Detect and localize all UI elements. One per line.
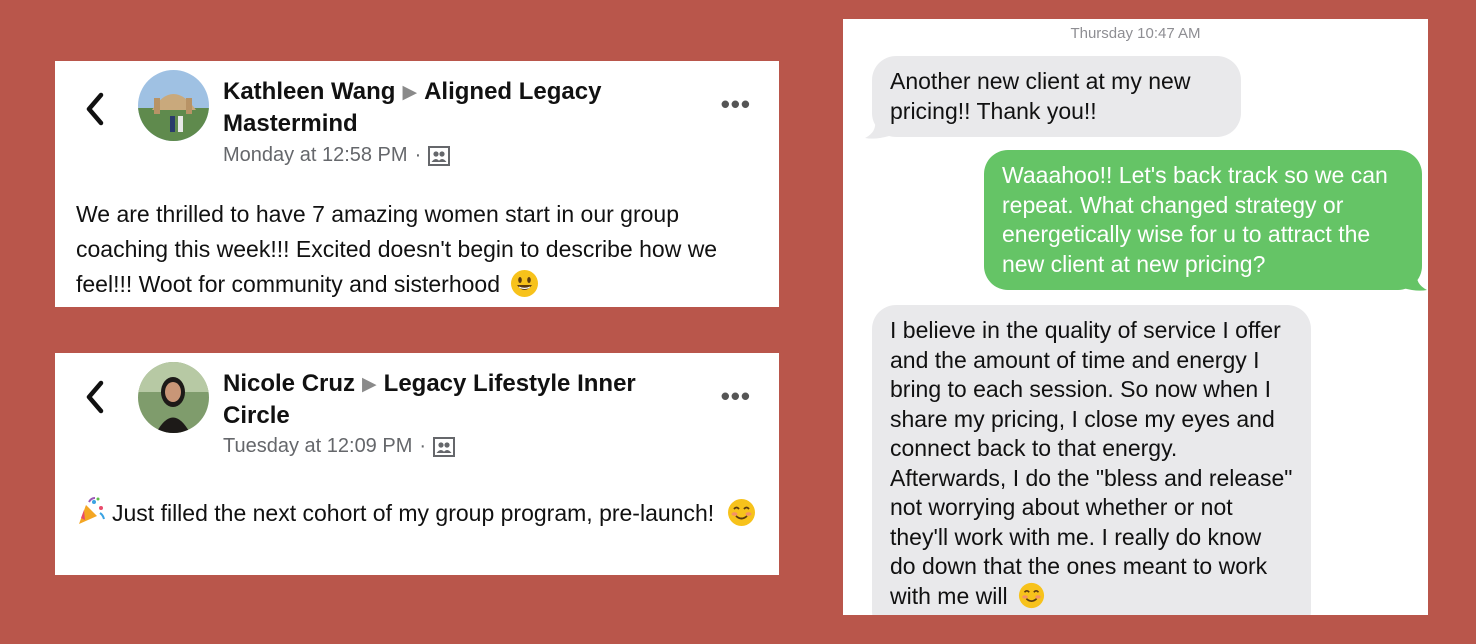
post-text: We are thrilled to have 7 amazing women …	[76, 201, 718, 297]
facebook-post-card: Kathleen Wang ▶ Aligned Legacy Mastermind …	[55, 61, 779, 307]
avatar[interactable]	[138, 70, 209, 141]
share-arrow-icon: ▶	[362, 374, 377, 395]
smiling-blush-emoji-icon	[1018, 582, 1045, 608]
post-header: Kathleen Wang ▶ Aligned Legacy Mastermind	[223, 77, 653, 139]
author-name[interactable]: Kathleen Wang	[223, 78, 395, 105]
post-header: Nicole Cruz ▶ Legacy Lifestyle Inner Circl…	[223, 369, 653, 431]
post-text: Just filled the next cohort of my group …	[112, 500, 715, 526]
back-chevron-icon[interactable]	[83, 89, 107, 129]
incoming-message-bubble[interactable]: I believe in the quality of service I of…	[872, 305, 1311, 615]
more-options-icon[interactable]: •••	[721, 89, 751, 120]
group-audience-icon	[428, 145, 451, 166]
group-audience-icon	[433, 436, 456, 457]
meta-separator: ·	[414, 144, 422, 166]
post-meta: Tuesday at 12:09 PM ·	[223, 435, 456, 458]
outgoing-message-bubble[interactable]: Waaahoo!! Let's back track so we can rep…	[984, 150, 1422, 290]
share-arrow-icon: ▶	[402, 82, 418, 103]
post-body: Just filled the next cohort of my group …	[76, 494, 759, 533]
avatar[interactable]	[138, 362, 209, 433]
post-body: We are thrilled to have 7 amazing women …	[76, 197, 759, 302]
message-text: Waaahoo!! Let's back track so we can rep…	[1002, 162, 1388, 277]
message-text: Another new client at my new pricing!! T…	[890, 68, 1191, 124]
author-name[interactable]: Nicole Cruz	[223, 370, 355, 397]
facebook-post-card: Nicole Cruz ▶ Legacy Lifestyle Inner Circl…	[55, 353, 779, 575]
messages-panel: Thursday 10:47 AM Another new client at …	[843, 19, 1428, 615]
meta-separator: ·	[419, 435, 427, 457]
post-meta: Monday at 12:58 PM ·	[223, 144, 451, 167]
incoming-message-bubble[interactable]: Another new client at my new pricing!! T…	[872, 56, 1241, 137]
back-chevron-icon[interactable]	[83, 377, 107, 417]
post-timestamp[interactable]: Monday at 12:58 PM	[223, 144, 408, 167]
message-timestamp: Thursday 10:47 AM	[1070, 25, 1201, 42]
more-options-icon[interactable]: •••	[721, 381, 751, 412]
message-text: I believe in the quality of service I of…	[890, 317, 1293, 609]
party-popper-emoji-icon	[79, 497, 105, 524]
smiling-blush-emoji-icon	[727, 499, 755, 526]
smiley-emoji-icon	[511, 270, 539, 297]
post-timestamp[interactable]: Tuesday at 12:09 PM	[223, 435, 412, 458]
